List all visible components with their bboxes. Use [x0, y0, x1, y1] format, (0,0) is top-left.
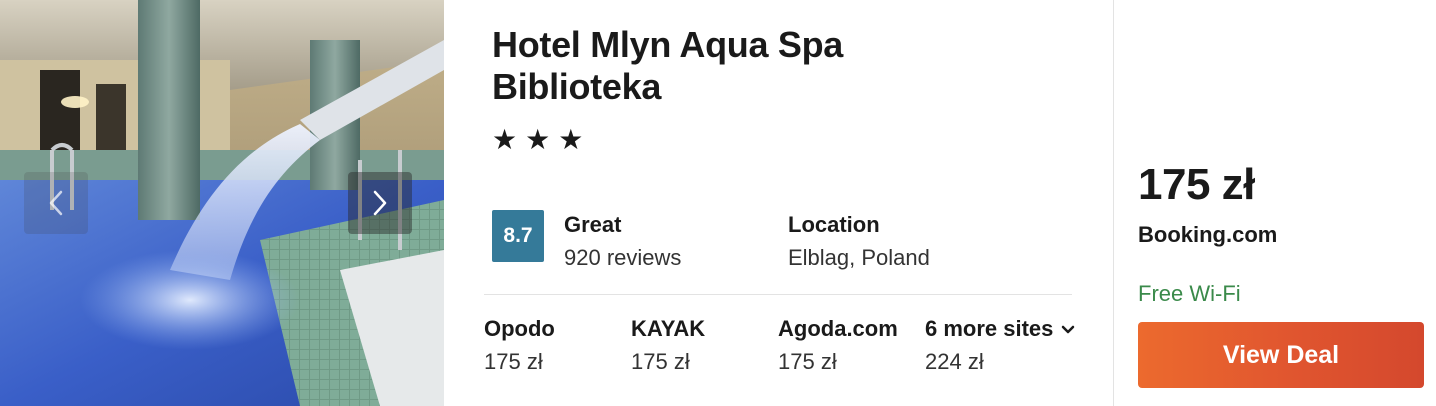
photo-prev-button[interactable]: [24, 172, 88, 234]
view-deal-button[interactable]: View Deal: [1138, 322, 1424, 388]
site-price-agoda[interactable]: Agoda.com 175 zł: [778, 316, 898, 375]
site-price: 175 zł: [778, 349, 837, 374]
hotel-info: Hotel Mlyn Aqua Spa Biblioteka ★ ★ ★ 8.7…: [444, 0, 1114, 406]
deal-provider: Booking.com: [1138, 222, 1278, 247]
deal-price[interactable]: 175 zł: [1138, 160, 1255, 210]
photo-next-button[interactable]: [348, 172, 412, 234]
location-value: Elblag, Poland: [788, 245, 930, 270]
site-price: 224 zł: [925, 349, 984, 374]
star-icon: ★: [492, 124, 518, 155]
site-price-kayak[interactable]: KAYAK 175 zł: [631, 316, 705, 375]
chevron-right-icon: [373, 190, 387, 216]
star-rating: ★ ★ ★: [492, 124, 583, 156]
location-label: Location: [788, 212, 880, 237]
rating-score-badge: 8.7: [492, 210, 544, 262]
divider: [484, 294, 1072, 295]
amenity-free-wifi: Free Wi-Fi: [1138, 281, 1241, 306]
chevron-down-icon: [1062, 325, 1075, 334]
chevron-left-icon: [49, 190, 63, 216]
rating-label: Great: [564, 212, 622, 237]
site-price: 175 zł: [484, 349, 543, 374]
hotel-name[interactable]: Hotel Mlyn Aqua Spa Biblioteka: [492, 24, 952, 108]
more-sites-dropdown[interactable]: 6 more sites 224 zł: [925, 316, 1075, 375]
site-price-opodo[interactable]: Opodo 175 zł: [484, 316, 555, 375]
site-price: 175 zł: [631, 349, 690, 374]
hotel-photo[interactable]: [0, 0, 444, 406]
site-name: Agoda.com: [778, 316, 898, 341]
more-sites-label: 6 more sites: [925, 316, 1054, 341]
hotel-result-card: Hotel Mlyn Aqua Spa Biblioteka ★ ★ ★ 8.7…: [0, 0, 1436, 406]
star-icon: ★: [558, 124, 584, 155]
site-name: Opodo: [484, 316, 555, 341]
deal-panel: 175 zł Booking.com Free Wi-Fi View Deal: [1114, 0, 1436, 406]
site-name: KAYAK: [631, 316, 706, 341]
star-icon: ★: [525, 124, 551, 155]
reviews-count[interactable]: 920 reviews: [564, 245, 681, 271]
